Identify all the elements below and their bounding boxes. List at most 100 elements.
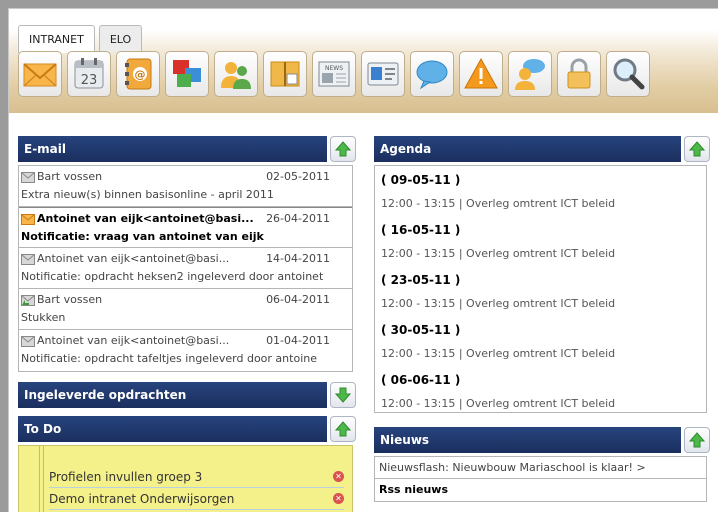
agenda-date: ( 23-05-11 ) — [381, 273, 461, 287]
search-icon — [613, 58, 645, 90]
email-panel-title: E-mail — [18, 136, 327, 162]
address-book-button[interactable]: @ — [116, 51, 160, 97]
tab-intranet[interactable]: INTRANET — [18, 25, 95, 53]
nieuws-panel-title: Nieuws — [374, 427, 681, 453]
email-subject: Notificatie: vraag van antoinet van eijk — [21, 230, 264, 243]
chat-icon — [416, 60, 448, 90]
intranet-frame: INTRANET ELO 23 @ NEWS E-mail Bart vosse… — [8, 8, 718, 512]
todo-item-label: Demo intranet Onderwijsorgen — [49, 491, 235, 506]
list-item[interactable]: Bart vossen 02-05-2011 Extra nieuw(s) bi… — [19, 166, 352, 207]
mail-button[interactable] — [18, 51, 62, 97]
email-subject: Notificatie: opdracht tafeltjes ingeleve… — [21, 352, 317, 365]
book-icon — [270, 61, 300, 87]
agenda-event[interactable]: 12:00 - 13:15 | Overleg omtrent ICT bele… — [381, 242, 700, 270]
arrow-up-icon — [335, 141, 351, 157]
margin-line — [39, 446, 40, 512]
news-button[interactable]: NEWS — [312, 51, 356, 97]
nieuws-list: Nieuwsflash: Nieuwbouw Mariaschool is kl… — [374, 456, 707, 502]
envelope-icon — [23, 63, 57, 87]
replied-mail-icon — [21, 294, 35, 306]
email-subject: Notificatie: opdracht heksen2 ingeleverd… — [21, 270, 324, 283]
tab-bar: INTRANET ELO — [18, 25, 146, 53]
users-icon — [221, 62, 251, 89]
email-subject: Stukken — [21, 311, 66, 324]
id-card-icon — [367, 62, 399, 86]
rss-heading: Rss nieuws — [379, 483, 448, 496]
email-date: 01-04-2011 — [266, 334, 330, 347]
user-chat-button[interactable] — [508, 51, 552, 97]
agenda-date: ( 30-05-11 ) — [381, 323, 461, 337]
todo-item[interactable]: Profielen invullen groep 3 ✕ — [49, 466, 344, 488]
news-item-link[interactable]: Nieuwsflash: Nieuwbouw Mariaschool is kl… — [375, 457, 706, 479]
ingeleverd-panel-title: Ingeleverde opdrachten — [18, 382, 327, 408]
list-item[interactable]: Antoinet van eijk<antoinet@basi... 14-04… — [19, 248, 352, 289]
user-chat-icon — [515, 59, 545, 90]
agenda-event[interactable]: 12:00 - 13:15 | Overleg omtrent ICT bele… — [381, 292, 700, 320]
id-card-button[interactable] — [361, 51, 405, 97]
left-column: E-mail Bart vossen 02-05-2011 Extra nieu… — [18, 136, 356, 512]
email-sender: Antoinet van eijk<antoinet@basi... — [37, 252, 230, 265]
todo-item-label: Profielen invullen groep 3 — [49, 469, 203, 484]
email-sender: Antoinet van eijk<antoinet@basi... — [37, 334, 230, 347]
arrow-up-icon — [335, 421, 351, 437]
email-sender: Bart vossen — [37, 293, 103, 306]
read-mail-icon — [21, 171, 35, 183]
email-date: 02-05-2011 — [266, 170, 330, 183]
windows-icon — [173, 60, 201, 87]
delete-icon[interactable]: ✕ — [333, 471, 344, 482]
delete-icon[interactable]: ✕ — [333, 493, 344, 504]
list-item[interactable]: Bart vossen 06-04-2011 Stukken — [19, 289, 352, 330]
email-subject: Extra nieuw(s) binnen basisonline - apri… — [21, 188, 274, 201]
lock-button[interactable] — [557, 51, 601, 97]
nieuws-collapse-button[interactable] — [684, 427, 710, 453]
agenda-date: ( 09-05-11 ) — [381, 173, 461, 187]
agenda-event[interactable]: 12:00 - 13:15 | Overleg omtrent ICT bele… — [381, 392, 700, 420]
margin-line — [43, 446, 44, 512]
agenda-date: ( 06-06-11 ) — [381, 373, 461, 387]
right-column: Agenda ( 09-05-11 ) 12:00 - 13:15 | Over… — [374, 136, 710, 502]
todo-item[interactable]: Demo intranet Onderwijsorgen ✕ — [49, 488, 344, 510]
agenda-event[interactable]: 12:00 - 13:15 | Overleg omtrent ICT bele… — [381, 192, 700, 220]
portal-header: INTRANET ELO 23 @ NEWS — [9, 9, 718, 113]
chat-button[interactable] — [410, 51, 454, 97]
search-button[interactable] — [606, 51, 650, 97]
email-date: 06-04-2011 — [266, 293, 330, 306]
todo-panel-title: To Do — [18, 416, 327, 442]
nieuws-panel-header: Nieuws — [374, 427, 710, 453]
read-mail-icon — [21, 335, 35, 347]
list-item[interactable]: Antoinet van eijk<antoinet@basi... 26-04… — [19, 207, 352, 248]
app-toolbar: 23 @ NEWS — [18, 51, 655, 97]
ingeleverd-panel-header: Ingeleverde opdrachten — [18, 382, 356, 408]
email-panel-header: E-mail — [18, 136, 356, 162]
arrow-up-icon — [689, 432, 705, 448]
agenda-event[interactable]: 12:00 - 13:15 | Overleg omtrent ICT bele… — [381, 342, 700, 370]
users-button[interactable] — [214, 51, 258, 97]
agenda-panel-title: Agenda — [374, 136, 681, 162]
news-icon: NEWS — [318, 61, 350, 87]
agenda-list: ( 09-05-11 ) 12:00 - 13:15 | Overleg omt… — [374, 165, 707, 413]
email-date: 26-04-2011 — [266, 212, 330, 225]
windows-button[interactable] — [165, 51, 209, 97]
lock-icon — [567, 58, 591, 89]
arrow-down-icon — [335, 387, 351, 403]
list-item[interactable]: Antoinet van eijk<antoinet@basi... 01-04… — [19, 330, 352, 371]
tab-elo[interactable]: ELO — [98, 25, 143, 52]
ingeleverd-expand-button[interactable] — [330, 382, 356, 408]
todo-panel-header: To Do — [18, 416, 356, 442]
email-sender: Antoinet van eijk<antoinet@basi... — [37, 212, 254, 225]
svg-text:23: 23 — [81, 73, 98, 88]
warning-icon — [464, 57, 498, 89]
todo-notepad: Profielen invullen groep 3 ✕ Demo intran… — [18, 445, 353, 512]
email-date: 14-04-2011 — [266, 252, 330, 265]
warning-button[interactable] — [459, 51, 503, 97]
unread-mail-icon — [21, 213, 35, 225]
calendar-icon: 23 — [74, 58, 104, 89]
svg-text:@: @ — [135, 68, 146, 81]
email-collapse-button[interactable] — [330, 136, 356, 162]
todo-collapse-button[interactable] — [330, 416, 356, 442]
arrow-up-icon — [689, 141, 705, 157]
read-mail-icon — [21, 253, 35, 265]
agenda-collapse-button[interactable] — [684, 136, 710, 162]
book-button[interactable] — [263, 51, 307, 97]
calendar-button[interactable]: 23 — [67, 51, 111, 97]
